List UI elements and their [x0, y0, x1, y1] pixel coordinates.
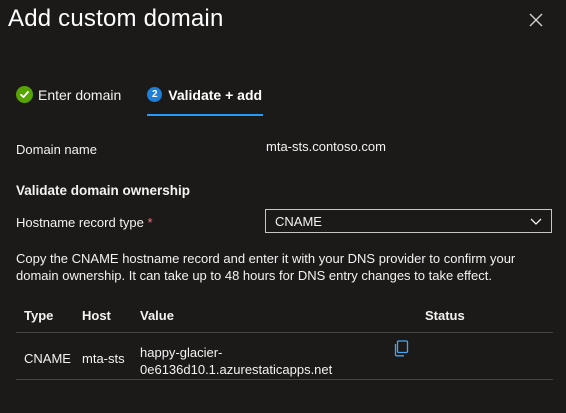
required-marker: *: [147, 215, 153, 230]
checkmark-icon: [16, 86, 33, 103]
cell-value-line2: 0e6136d10.1.azurestaticapps.net: [140, 362, 333, 377]
domain-name-value: mta-sts.contoso.com: [266, 139, 386, 154]
close-icon[interactable]: [526, 10, 546, 30]
wizard-steps: Enter domain 2 Validate + add: [16, 86, 264, 116]
copy-icon[interactable]: [393, 340, 409, 357]
chevron-down-icon: [530, 218, 542, 225]
step-label: Validate + add: [168, 86, 263, 103]
cell-type: CNAME: [24, 351, 71, 366]
section-heading: Validate domain ownership: [16, 183, 191, 198]
hostname-record-type-dropdown[interactable]: CNAME: [265, 209, 552, 233]
header-type: Type: [24, 308, 54, 323]
step-number-badge: 2: [147, 87, 163, 102]
dropdown-selected-value: CNAME: [275, 213, 322, 229]
step-label: Enter domain: [38, 86, 122, 103]
step-validate-add[interactable]: 2 Validate + add: [147, 86, 264, 116]
table-row: CNAME mta-sts happy-glacier- 0e6136d10.1…: [16, 333, 553, 380]
cell-value-line1: happy-glacier-: [140, 345, 223, 360]
cell-value: happy-glacier- 0e6136d10.1.azurestaticap…: [140, 344, 332, 378]
cell-host: mta-sts: [82, 351, 125, 366]
active-step-indicator: [147, 113, 264, 116]
hostname-record-type-label: Hostname record type *: [16, 215, 153, 230]
instructions-text: Copy the CNAME hostname record and enter…: [16, 251, 516, 283]
header-host: Host: [82, 308, 111, 323]
header-value: Value: [140, 308, 174, 323]
hostname-record-type-label-text: Hostname record type: [16, 215, 144, 230]
dns-records-table: Type Host Value Status CNAME mta-sts hap…: [16, 301, 553, 380]
table-header: Type Host Value Status: [16, 301, 553, 333]
step-enter-domain[interactable]: Enter domain: [16, 86, 121, 103]
header-status: Status: [425, 308, 465, 323]
domain-name-label: Domain name: [16, 142, 97, 157]
dialog-title: Add custom domain: [8, 5, 224, 32]
